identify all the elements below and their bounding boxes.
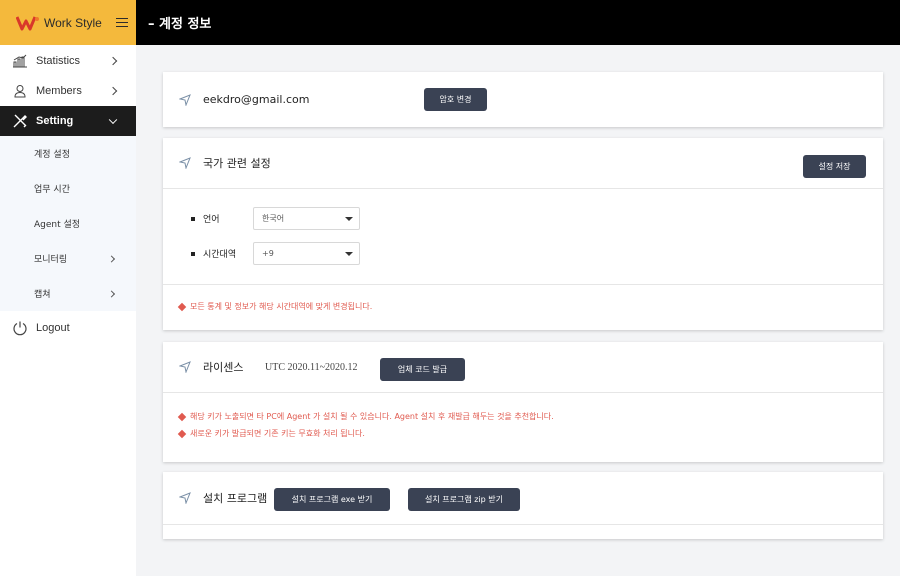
note-text: 해당 키가 노출되면 타 PC에 Agent 가 설치 될 수 있습니다. Ag… xyxy=(190,412,554,421)
caret-down-icon xyxy=(345,217,353,221)
save-settings-button[interactable]: 설정 저장 xyxy=(803,155,866,178)
language-row: 언어 한국어 xyxy=(163,201,883,236)
subitem-label: 계정 설정 xyxy=(34,150,70,160)
subitem-work-hours[interactable]: 업무 시간 xyxy=(0,171,136,206)
tools-icon xyxy=(12,113,28,129)
country-settings-card: 국가 관련 설정 설정 저장 언어 한국어 시간대역 +9 모든 통계 및 정보… xyxy=(163,138,883,330)
bullet xyxy=(191,216,195,221)
bullet xyxy=(191,251,195,256)
timezone-label: 시간대역 xyxy=(203,250,237,260)
sidebar-item-label: Members xyxy=(36,85,82,97)
timezone-value: +9 xyxy=(262,249,274,258)
brand-name: Work Style xyxy=(44,15,102,30)
language-select[interactable]: 한국어 xyxy=(253,207,360,230)
download-zip-button[interactable]: 설치 프로그램 zip 받기 xyxy=(408,488,520,511)
caret-down-icon xyxy=(345,252,353,256)
sidebar-item-logout[interactable]: Logout xyxy=(0,313,136,343)
download-exe-button[interactable]: 설치 프로그램 exe 받기 xyxy=(274,488,390,511)
subitem-agent-settings[interactable]: Agent 설정 xyxy=(0,206,136,241)
chevron-right-icon xyxy=(108,56,118,66)
sidebar-item-label: Setting xyxy=(36,115,74,127)
license-card: 라이센스 UTC 2020.11~2020.12 업체 코드 발급 해당 키가 … xyxy=(163,342,883,462)
language-label: 언어 xyxy=(203,215,220,225)
subitem-label: Agent 설정 xyxy=(34,220,81,230)
user-icon xyxy=(12,83,28,99)
chevron-right-icon xyxy=(107,289,116,298)
license-note-2: 새로운 키가 발급되면 기존 키는 무효화 처리 됩니다. xyxy=(177,428,883,439)
subitem-label: 모니터링 xyxy=(34,255,68,265)
account-email: eekdro@gmail.com xyxy=(203,93,310,106)
power-icon xyxy=(12,320,28,336)
page-title: – 계정 정보 xyxy=(148,17,212,32)
chevron-right-icon xyxy=(107,254,116,263)
issue-company-code-button[interactable]: 업체 코드 발급 xyxy=(380,358,465,381)
warning-diamond-icon xyxy=(177,412,187,421)
subitem-monitoring[interactable]: 모니터링 xyxy=(0,241,136,276)
subitem-label: 캡쳐 xyxy=(34,290,51,300)
bar-chart-icon xyxy=(12,53,28,69)
sidebar-item-members[interactable]: Members xyxy=(0,76,136,106)
timezone-select[interactable]: +9 xyxy=(253,242,360,265)
change-password-button[interactable]: 암호 변경 xyxy=(424,88,487,111)
send-arrow-icon xyxy=(179,157,191,169)
timezone-row: 시간대역 +9 xyxy=(163,236,883,271)
warning-diamond-icon xyxy=(177,429,187,438)
sidebar-item-statistics[interactable]: Statistics xyxy=(0,46,136,76)
send-arrow-icon xyxy=(179,93,191,106)
subitem-label: 업무 시간 xyxy=(34,185,70,195)
page-header: – 계정 정보 xyxy=(136,0,900,45)
send-arrow-icon xyxy=(179,492,191,504)
language-value: 한국어 xyxy=(262,214,285,223)
divider xyxy=(163,524,883,525)
sidebar-item-label: Statistics xyxy=(36,55,81,67)
section-title: 라이센스 xyxy=(203,361,244,374)
note-text: 모든 통계 및 정보가 해당 시간대역에 맞게 변경됩니다. xyxy=(190,302,373,311)
sidebar: Work Style Statistics Members Setting 계정… xyxy=(0,0,136,576)
send-arrow-icon xyxy=(179,361,191,373)
section-title: 국가 관련 설정 xyxy=(203,157,271,170)
setting-submenu: 계정 설정 업무 시간 Agent 설정 모니터링 캡쳐 xyxy=(0,136,136,311)
subitem-capture[interactable]: 캡쳐 xyxy=(0,276,136,311)
warning-diamond-icon xyxy=(177,302,187,311)
license-note-1: 해당 키가 노출되면 타 PC에 Agent 가 설치 될 수 있습니다. Ag… xyxy=(177,411,883,422)
license-period: UTC 2020.11~2020.12 xyxy=(265,361,358,373)
note-text: 새로운 키가 발급되면 기존 키는 무효화 처리 됩니다. xyxy=(190,429,365,438)
install-card: 설치 프로그램 설치 프로그램 exe 받기 설치 프로그램 zip 받기 xyxy=(163,472,883,539)
sidebar-item-setting[interactable]: Setting xyxy=(0,106,136,136)
subitem-account-settings[interactable]: 계정 설정 xyxy=(0,136,136,171)
account-card: eekdro@gmail.com 암호 변경 xyxy=(163,72,883,127)
timezone-note: 모든 통계 및 정보가 해당 시간대역에 맞게 변경됩니다. xyxy=(177,301,883,312)
brand-bar: Work Style xyxy=(0,0,136,45)
chevron-down-icon xyxy=(108,115,118,125)
chevron-right-icon xyxy=(108,86,118,96)
hamburger-menu-icon[interactable] xyxy=(115,17,128,28)
sidebar-item-label: Logout xyxy=(36,322,70,334)
logo-icon xyxy=(16,15,39,30)
section-title: 설치 프로그램 xyxy=(203,492,268,505)
